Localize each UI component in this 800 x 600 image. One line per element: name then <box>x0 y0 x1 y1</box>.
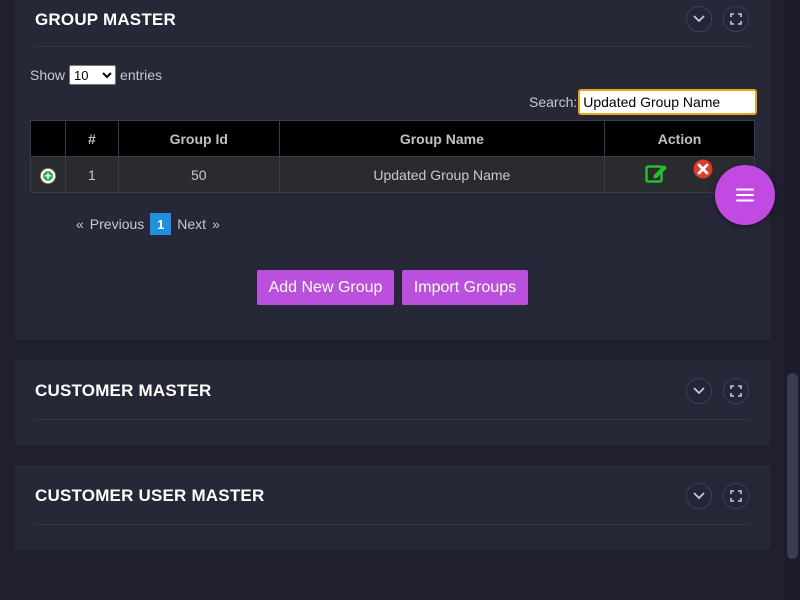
column-header-group-id[interactable]: Group Id <box>117 120 280 157</box>
next-page-link[interactable]: Next <box>177 216 206 232</box>
row-group-name: Updated Group Name <box>278 156 606 193</box>
search-input[interactable] <box>578 89 758 115</box>
import-groups-button[interactable]: Import Groups <box>402 270 528 305</box>
chevron-down-icon <box>693 492 705 500</box>
add-new-group-button[interactable]: Add New Group <box>257 270 394 305</box>
search-control: Search: <box>529 89 758 115</box>
expand-icon <box>730 13 742 25</box>
row-group-id: 50 <box>117 156 280 193</box>
chevron-down-icon <box>693 15 705 23</box>
table-header-row: # Group Id Group Name Action <box>30 120 755 157</box>
edit-button[interactable] <box>645 162 669 187</box>
entries-label: entries <box>120 67 163 83</box>
column-header-action: Action <box>604 120 755 157</box>
last-page-link[interactable]: » <box>212 216 220 232</box>
expand-icon <box>730 385 742 397</box>
customer-master-collapse-button[interactable] <box>686 378 712 404</box>
page-number-button[interactable]: 1 <box>150 213 172 235</box>
customer-master-title: CUSTOMER MASTER <box>35 381 212 400</box>
delete-icon <box>693 159 713 179</box>
chevron-down-icon <box>693 387 705 395</box>
page-length-control: Show 10 entries <box>30 65 162 85</box>
group-table: # Group Id Group Name Action + 1 50 Upda… <box>30 120 755 193</box>
customer-user-master-header: CUSTOMER USER MASTER <box>35 465 750 525</box>
group-master-title: GROUP MASTER <box>35 10 176 29</box>
customer-user-master-fullscreen-button[interactable] <box>723 483 749 509</box>
floating-menu-button[interactable] <box>715 165 775 225</box>
edit-icon <box>645 165 668 183</box>
scrollbar-thumb[interactable] <box>787 373 798 559</box>
group-master-fullscreen-button[interactable] <box>723 6 749 32</box>
page-length-select[interactable]: 10 <box>69 65 117 85</box>
pagination: « Previous 1 Next » <box>76 213 220 235</box>
row-index: 1 <box>64 156 119 193</box>
customer-user-master-collapse-button[interactable] <box>686 483 712 509</box>
first-page-link[interactable]: « <box>76 216 84 232</box>
plus-circle-icon[interactable]: + <box>40 168 55 183</box>
expand-icon <box>730 490 742 502</box>
page-scrollbar[interactable] <box>785 0 800 600</box>
column-header-index[interactable]: # <box>64 120 119 157</box>
customer-user-master-title: CUSTOMER USER MASTER <box>35 486 265 505</box>
customer-user-master-panel: CUSTOMER USER MASTER <box>15 465 770 550</box>
customer-master-panel: CUSTOMER MASTER <box>15 360 770 445</box>
column-header-expand <box>30 120 66 157</box>
customer-master-fullscreen-button[interactable] <box>723 378 749 404</box>
show-label: Show <box>30 67 66 83</box>
delete-button[interactable] <box>693 159 713 182</box>
row-expand-cell[interactable]: + <box>30 156 66 193</box>
hamburger-menu-icon <box>736 188 754 202</box>
column-header-group-name[interactable]: Group Name <box>278 120 606 157</box>
group-master-collapse-button[interactable] <box>686 6 712 32</box>
table-row: + 1 50 Updated Group Name <box>30 156 755 193</box>
search-label: Search: <box>529 94 578 110</box>
group-master-header: GROUP MASTER <box>35 0 750 47</box>
previous-page-link[interactable]: Previous <box>90 216 144 232</box>
customer-master-header: CUSTOMER MASTER <box>35 360 750 420</box>
